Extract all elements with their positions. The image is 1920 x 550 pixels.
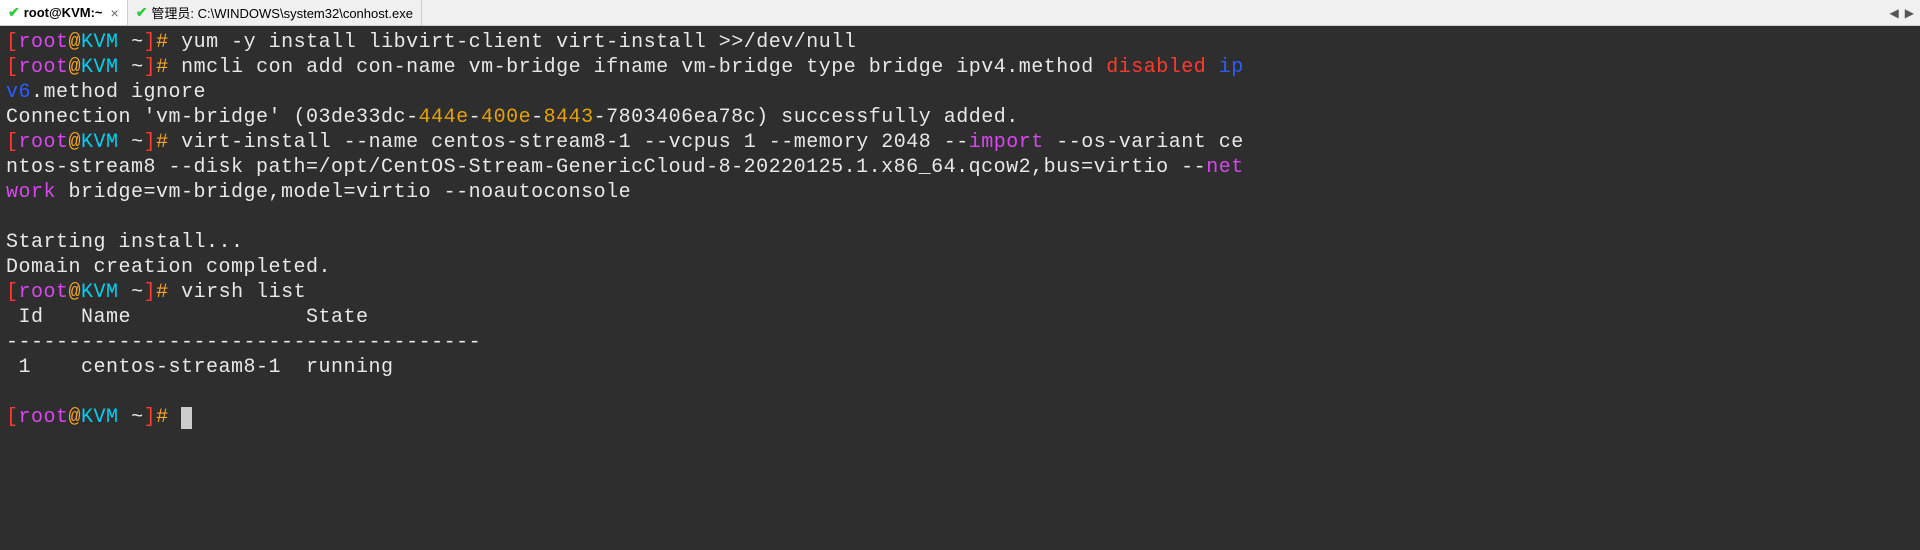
prompt-hash: # <box>156 281 181 304</box>
command-2-ip: ip <box>1219 56 1244 79</box>
bracket-r: ] <box>144 281 157 304</box>
prompt-at: @ <box>69 281 82 304</box>
prompt-user: root <box>19 31 69 54</box>
output-starting: Starting install... <box>6 230 1914 255</box>
tab-label-0: root@KVM:~ <box>24 5 103 20</box>
command-2a: nmcli con add con-name vm-bridge ifname … <box>181 56 1106 79</box>
close-icon[interactable]: × <box>111 5 119 21</box>
prompt-hash: # <box>156 406 181 429</box>
terminal[interactable]: [root@KVM ~]# yum -y install libvirt-cli… <box>0 26 1920 550</box>
command-2-v6: v6 <box>6 81 31 104</box>
command-3-line3: bridge=vm-bridge,model=virtio --noautoco… <box>56 181 631 204</box>
prompt-at: @ <box>69 31 82 54</box>
command-3-net: net <box>1206 156 1244 179</box>
command-3-import: import <box>969 131 1044 154</box>
prompt-hash: # <box>156 56 181 79</box>
command-3a: virt-install --name centos-stream8-1 --v… <box>181 131 969 154</box>
prompt-path: ~ <box>119 56 144 79</box>
prompt-host: KVM <box>81 281 119 304</box>
prompt-path: ~ <box>119 131 144 154</box>
check-icon: ✔ <box>136 4 148 21</box>
command-3b: --os-variant ce <box>1044 131 1244 154</box>
bracket-r: ] <box>144 406 157 429</box>
tab-label-1: 管理员: C:\WINDOWS\system32\conhost.exe <box>151 3 413 22</box>
prompt-path: ~ <box>119 31 144 54</box>
prompt-hash: # <box>156 131 181 154</box>
prompt-path: ~ <box>119 281 144 304</box>
sp <box>1206 56 1219 79</box>
prompt-at: @ <box>69 131 82 154</box>
prompt-host: KVM <box>81 131 119 154</box>
nav-left-icon[interactable]: ◀ <box>1890 6 1899 20</box>
tab-bar: ✔ root@KVM:~ × ✔ 管理员: C:\WINDOWS\system3… <box>0 0 1920 26</box>
prompt-path: ~ <box>119 406 144 429</box>
bracket-l: [ <box>6 406 19 429</box>
command-3-line2a: ntos-stream8 --disk path=/opt/CentOS-Str… <box>6 156 1206 179</box>
prompt-at: @ <box>69 406 82 429</box>
command-2-disabled: disabled <box>1106 56 1206 79</box>
output-conn-a: Connection 'vm-bridge' (03de33dc- <box>6 106 419 129</box>
nav-right-icon[interactable]: ▶ <box>1905 6 1914 20</box>
output-conn-c: - <box>469 106 482 129</box>
output-conn-d: 400e <box>481 106 531 129</box>
prompt-host: KVM <box>81 406 119 429</box>
prompt-user: root <box>19 131 69 154</box>
prompt-user: root <box>19 281 69 304</box>
command-3-work: work <box>6 181 56 204</box>
virsh-sep: -------------------------------------- <box>6 330 1914 355</box>
bracket-l: [ <box>6 56 19 79</box>
command-4: virsh list <box>181 281 306 304</box>
output-conn-b: 444e <box>419 106 469 129</box>
prompt-user: root <box>19 56 69 79</box>
check-icon: ✔ <box>8 4 20 21</box>
command-1: yum -y install libvirt-client virt-insta… <box>181 31 856 54</box>
blank-line <box>6 380 1914 405</box>
output-domain-done: Domain creation completed. <box>6 255 1914 280</box>
bracket-l: [ <box>6 31 19 54</box>
bracket-l: [ <box>6 131 19 154</box>
bracket-l: [ <box>6 281 19 304</box>
bracket-r: ] <box>144 31 157 54</box>
tab-inactive[interactable]: ✔ 管理员: C:\WINDOWS\system32\conhost.exe <box>128 0 422 25</box>
virsh-header: Id Name State <box>6 305 1914 330</box>
command-2-rest: .method ignore <box>31 81 206 104</box>
prompt-host: KVM <box>81 56 119 79</box>
tab-active[interactable]: ✔ root@KVM:~ × <box>0 0 128 25</box>
output-conn-e: - <box>531 106 544 129</box>
cursor <box>181 407 192 429</box>
bracket-r: ] <box>144 56 157 79</box>
output-conn-f: 8443 <box>544 106 594 129</box>
prompt-at: @ <box>69 56 82 79</box>
prompt-host: KVM <box>81 31 119 54</box>
output-conn-g: -7803406ea78c) successfully added. <box>594 106 1019 129</box>
prompt-user: root <box>19 406 69 429</box>
bracket-r: ] <box>144 131 157 154</box>
tab-nav: ◀ ▶ <box>1890 6 1914 20</box>
virsh-row: 1 centos-stream8-1 running <box>6 355 1914 380</box>
blank-line <box>6 205 1914 230</box>
prompt-hash: # <box>156 31 181 54</box>
